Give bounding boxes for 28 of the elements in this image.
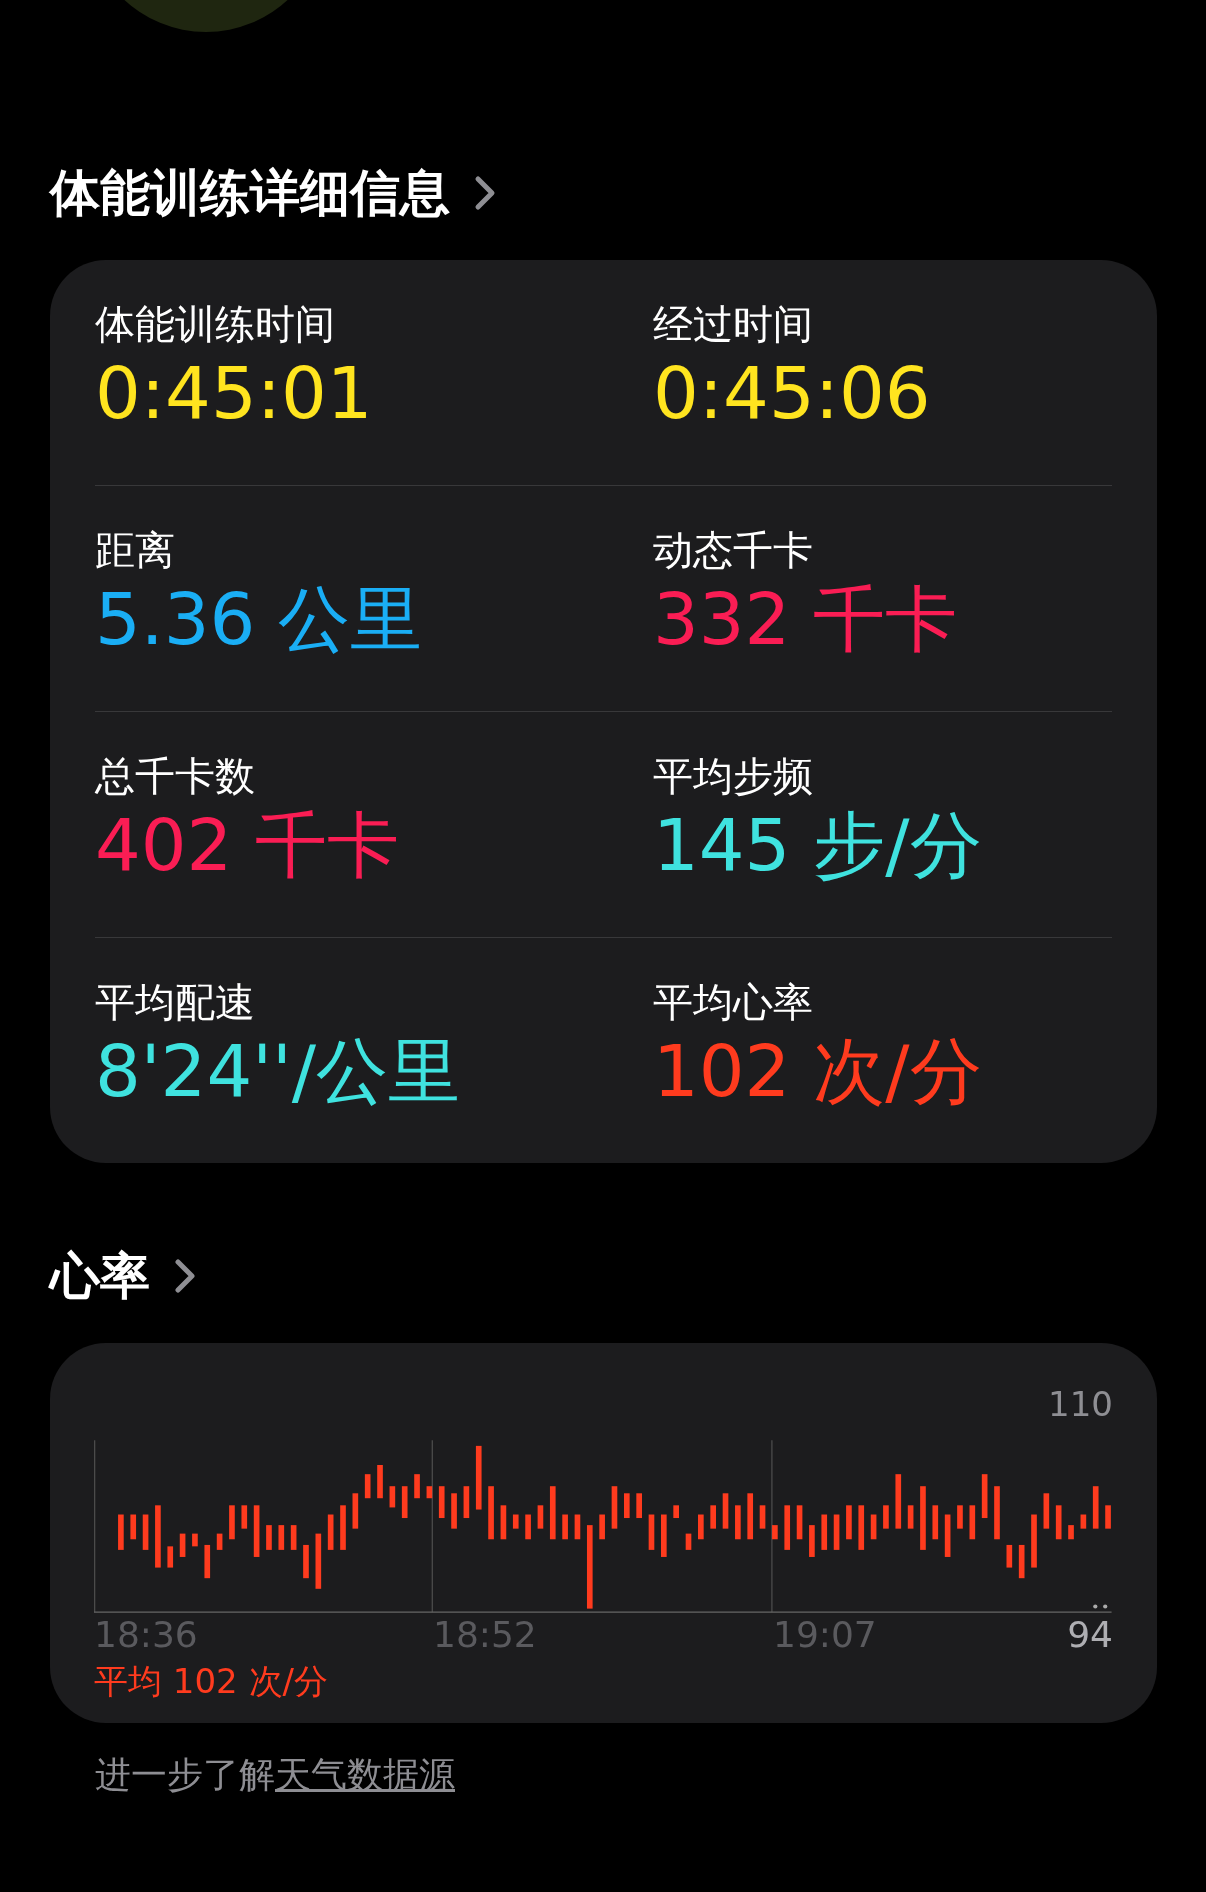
metric-label: 平均步频 bbox=[653, 752, 814, 800]
metric-label: 体能训练时间 bbox=[95, 300, 336, 348]
metric-value: 5.36 公里 bbox=[95, 576, 424, 663]
time-axis-label: 18:52 bbox=[433, 1613, 537, 1657]
chevron-right-icon[interactable] bbox=[174, 1258, 196, 1294]
metric-label: 距离 bbox=[95, 526, 176, 574]
section-title[interactable]: 体能训练详细信息 bbox=[50, 163, 450, 223]
footer-text: 进一步了解天气数据源 bbox=[95, 1753, 456, 1797]
time-axis-label: 18:36 bbox=[94, 1613, 198, 1657]
metric-label: 平均心率 bbox=[653, 978, 814, 1026]
axis-max-label: 110 bbox=[1048, 1383, 1113, 1425]
metric-label: 总千卡数 bbox=[95, 752, 256, 800]
axis-min-label: 94 bbox=[1067, 1613, 1113, 1657]
metric-value: 0:45:06 bbox=[653, 350, 932, 437]
metric-label: 平均配速 bbox=[95, 978, 256, 1026]
metric-label: 动态千卡 bbox=[653, 526, 814, 574]
chevron-right-icon[interactable] bbox=[474, 175, 496, 211]
metric-label: 经过时间 bbox=[653, 300, 814, 348]
time-axis-label: 19:07 bbox=[773, 1613, 877, 1657]
metric-value: 402 千卡 bbox=[95, 802, 401, 889]
weather-source-link[interactable]: 天气数据源 bbox=[275, 1754, 455, 1795]
average-heart-rate: 平均 102 次/分 bbox=[94, 1660, 329, 1703]
section-title[interactable]: 心率 bbox=[50, 1246, 150, 1306]
metric-value: 102 次/分 bbox=[653, 1028, 983, 1115]
metric-value: 8'24''/公里 bbox=[95, 1028, 462, 1115]
metric-value: 332 千卡 bbox=[653, 576, 959, 663]
metric-value: 145 步/分 bbox=[653, 802, 983, 889]
metric-value: 0:45:01 bbox=[95, 350, 374, 437]
